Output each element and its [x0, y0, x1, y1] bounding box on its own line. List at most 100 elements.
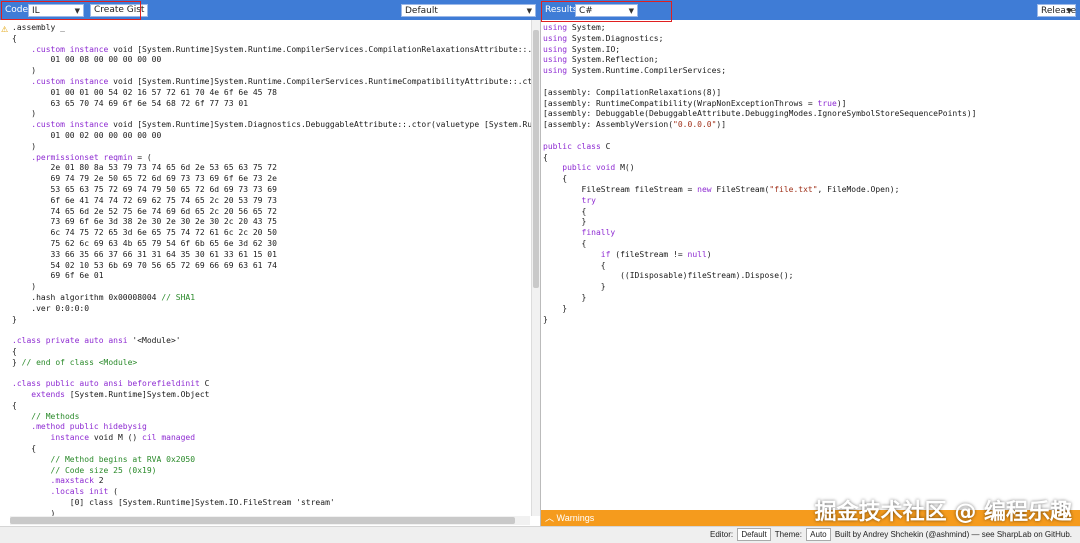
code-token: )	[12, 109, 37, 119]
code-token: (	[108, 487, 118, 497]
code-token: .method public hidebysig	[31, 422, 147, 432]
code-token: .hash algorithm 0x00008004	[12, 292, 162, 302]
result-line: ​	[543, 131, 976, 142]
code-token: {	[12, 400, 17, 410]
code-token: 53 65 63 75 72 69 74 79 50 65 72 6d 69 7…	[12, 184, 277, 194]
code-token: 2e 01 80 8a 53 79 73 74 65 6d 2e 53 65 6…	[12, 163, 277, 173]
result-line: {	[543, 261, 976, 272]
top-toolbar: Code IL ▼ Create Gist Default ▼ Results …	[0, 0, 1080, 20]
code-token: }	[12, 314, 17, 324]
code-token: {	[543, 174, 568, 184]
code-line: 73 69 6f 6e 3d 38 2e 30 2e 30 2e 30 2c 2…	[12, 217, 532, 228]
code-line: )	[12, 509, 532, 516]
code-token: using	[543, 66, 568, 76]
code-token: }	[543, 314, 548, 324]
code-token: }	[12, 357, 22, 367]
result-line: }	[543, 304, 976, 315]
result-line: }	[543, 315, 976, 326]
code-line: 01 00 01 00 54 02 16 57 72 61 70 4e 6f 6…	[12, 88, 532, 99]
code-line: )	[12, 282, 532, 293]
code-line: 6f 6e 41 74 74 72 69 62 75 74 65 2c 20 5…	[12, 196, 532, 207]
code-line: 54 02 10 53 6b 69 70 56 65 72 69 66 69 6…	[12, 261, 532, 272]
code-token: void M ()	[89, 433, 143, 443]
code-token: {	[543, 206, 587, 216]
code-token: using	[543, 44, 568, 54]
code-editor[interactable]: .assembly _ { .custom instance void [Syst…	[0, 20, 532, 516]
code-token: ((IDisposable)fileStream).Dispose();	[543, 271, 794, 281]
code-token: 6c 74 75 72 65 3d 6e 65 75 74 72 61 6c 2…	[12, 228, 277, 238]
warnings-label: Warnings	[556, 513, 595, 523]
highlight-box	[541, 1, 672, 22]
code-token: // Methods	[31, 411, 80, 421]
editor-scroll-thumb[interactable]	[533, 30, 539, 288]
code-token: using	[543, 55, 568, 65]
code-line: )	[12, 142, 532, 153]
code-line: 33 66 35 66 37 66 31 31 64 35 30 61 33 6…	[12, 250, 532, 261]
code-token: extends	[31, 390, 65, 400]
code-line: {	[12, 34, 532, 45]
code-token: void [System.Runtime]System.Diagnostics.…	[113, 120, 532, 130]
code-token: // Code size 25 (0x19)	[50, 465, 157, 475]
code-token: cil managed	[142, 433, 196, 443]
result-line: public void M()	[543, 163, 976, 174]
results-view[interactable]: using System; using System.Diagnostics; us…	[541, 20, 1080, 510]
result-line: [assembly: AssemblyVersion("0.0.0.0")]	[543, 120, 976, 131]
code-token: public void	[562, 163, 616, 173]
build-mode-select[interactable]: Release ▼	[1037, 4, 1076, 17]
code-token: )	[12, 282, 37, 292]
branch-select[interactable]: Default ▼	[401, 4, 536, 17]
result-line: try	[543, 196, 976, 207]
code-token: C	[600, 141, 611, 151]
result-line: if (fileStream != null)	[543, 250, 976, 261]
code-line: 6c 74 75 72 65 3d 6e 65 75 74 72 61 6c 2…	[12, 228, 532, 239]
code-token: System.IO;	[567, 44, 621, 54]
theme-label: Theme:	[774, 530, 802, 539]
code-token: .custom instance	[31, 120, 109, 130]
code-line: 69 74 79 2e 50 65 72 6d 69 73 73 69 6f 6…	[12, 174, 532, 185]
code-line: } // end of class <Module>	[12, 358, 532, 369]
result-line: }	[543, 282, 976, 293]
result-line: {	[543, 174, 976, 185]
code-token: )	[706, 249, 712, 259]
result-line: {	[543, 207, 976, 218]
result-line: }	[543, 293, 976, 304]
chevron-down-icon: ▼	[526, 7, 532, 15]
code-token: .class public auto ansi beforefieldinit	[12, 379, 200, 389]
editor-hscroll-thumb[interactable]	[10, 517, 515, 524]
code-token: "0.0.0.0"	[673, 120, 717, 130]
theme-select[interactable]: Auto	[806, 528, 831, 541]
code-token: [0] class [System.Runtime]System.IO.File…	[12, 498, 335, 508]
code-line: 75 62 6c 69 63 4b 65 79 54 6f 6b 65 6e 3…	[12, 239, 532, 250]
editor-select[interactable]: Default	[737, 528, 771, 541]
code-token: .custom instance	[31, 44, 109, 54]
code-token: FileStream fileStream =	[543, 184, 698, 194]
code-token: System.Runtime.CompilerServices;	[567, 66, 727, 76]
result-line: public class C	[543, 142, 976, 153]
code-token: .locals init	[50, 487, 109, 497]
code-token: if	[600, 249, 611, 259]
code-token: 69 74 79 2e 50 65 72 6d 69 73 73 69 6f 6…	[12, 174, 277, 184]
code-token: {	[12, 444, 37, 454]
code-line: 63 65 70 74 69 6f 6e 54 68 72 6f 77 73 0…	[12, 99, 532, 110]
code-token: [assembly: CompilationRelaxations(8)]	[543, 87, 722, 97]
code-token: System.Reflection;	[567, 55, 659, 65]
code-token: .class private auto ansi	[12, 336, 128, 346]
result-line: ​	[543, 77, 976, 88]
code-token: .assembly _	[12, 23, 65, 32]
code-token: // end of class <Module>	[21, 357, 138, 367]
result-line: using System.Reflection;	[543, 55, 976, 66]
code-token: using	[543, 23, 568, 32]
code-token: {	[543, 260, 606, 270]
code-token: [assembly: Debuggable(DebuggableAttribut…	[543, 109, 977, 119]
